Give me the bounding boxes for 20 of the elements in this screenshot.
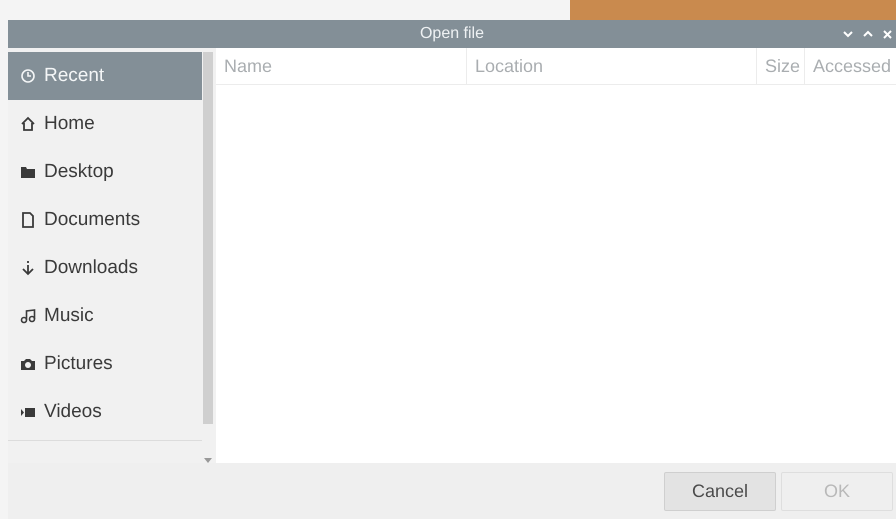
clock-icon xyxy=(20,68,36,84)
sidebar-item[interactable]: Downloads xyxy=(8,244,202,292)
home-icon xyxy=(20,116,36,132)
minimize-icon[interactable] xyxy=(843,30,853,38)
window-title: Open file xyxy=(420,24,484,44)
sidebar-item[interactable]: Pictures xyxy=(8,340,202,388)
maximize-icon[interactable] xyxy=(863,30,873,38)
music-note-icon xyxy=(20,308,36,324)
document-icon xyxy=(20,212,36,228)
sidebar-item[interactable]: Desktop xyxy=(8,148,202,196)
camera-icon xyxy=(20,356,36,372)
sidebar-item[interactable]: Documents xyxy=(8,196,202,244)
close-icon[interactable] xyxy=(883,30,892,38)
dialog-button[interactable]: Cancel xyxy=(664,472,776,510)
sidebar-item[interactable]: Music xyxy=(8,292,202,340)
download-icon xyxy=(20,260,36,276)
folder-icon xyxy=(20,164,36,180)
sidebar-item[interactable]: Home xyxy=(8,100,202,148)
scrollbar[interactable] xyxy=(203,52,213,424)
sidebar-item[interactable]: Videos xyxy=(8,388,202,436)
